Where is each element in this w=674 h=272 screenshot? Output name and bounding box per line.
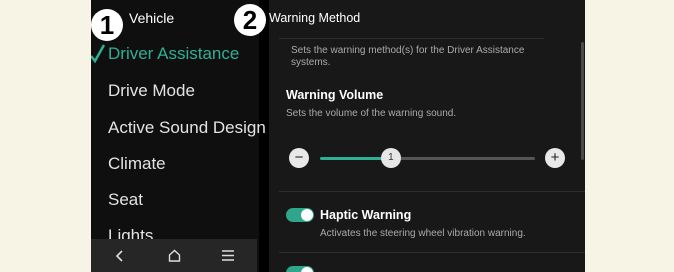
nav-item-driver-assistance[interactable]: Driver Assistance [108,44,239,64]
toggle-knob [301,267,313,272]
scrollbar[interactable] [581,42,584,160]
section-divider-2 [279,252,585,253]
volume-slider-thumb[interactable]: 1 [380,148,401,168]
callout-1: 1 [91,9,123,41]
volume-decrease-button[interactable]: − [289,148,309,168]
volume-slider-track[interactable] [390,157,535,160]
nav-header-title: Vehicle [129,10,175,26]
next-setting-toggle[interactable] [286,266,314,272]
intro-description: Sets the warning method(s) for the Drive… [291,45,525,68]
haptic-warning-description: Activates the steering wheel vibration w… [320,228,526,239]
settings-nav-panel: Vehicle Driver Assistance Drive Mode Act… [91,0,266,272]
nav-item-active-sound-design[interactable]: Active Sound Design [108,118,266,138]
warning-method-panel: Warning Method Sets the warning method(s… [269,0,585,272]
checkmark-icon [91,44,105,64]
haptic-warning-toggle[interactable] [286,208,314,222]
back-icon[interactable] [105,239,135,272]
toggle-knob [301,209,313,221]
warning-volume-description: Sets the volume of the warning sound. [286,108,457,119]
home-icon[interactable] [159,239,189,272]
menu-icon[interactable] [213,239,243,272]
callout-2: 2 [234,4,266,36]
haptic-warning-title: Haptic Warning [320,208,412,222]
warning-volume-title: Warning Volume [286,88,384,102]
header-divider [279,38,544,39]
nav-item-drive-mode[interactable]: Drive Mode [108,81,195,101]
nav-item-seat[interactable]: Seat [108,190,143,210]
page-title: Warning Method [269,11,361,25]
nav-item-climate[interactable]: Climate [108,154,166,174]
bottom-nav-bar [91,239,257,272]
section-divider [279,191,585,192]
volume-increase-button[interactable]: + [545,148,565,168]
vehicle-screen: Vehicle Driver Assistance Drive Mode Act… [91,0,585,272]
